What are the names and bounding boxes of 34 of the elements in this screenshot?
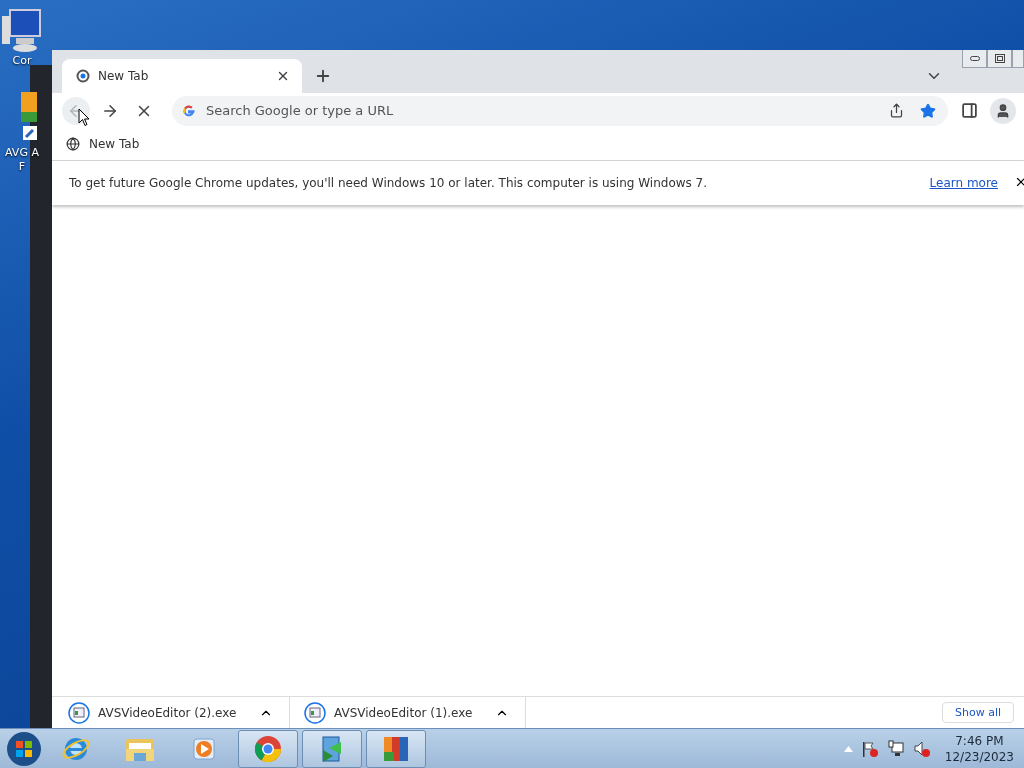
- desktop-icon-label: F: [18, 160, 26, 174]
- desktop-icon-label: AVG A: [5, 146, 39, 160]
- browser-tab[interactable]: New Tab: [62, 59, 302, 93]
- globe-icon: [66, 137, 80, 151]
- infobar-message: To get future Google Chrome updates, you'll need Windows 10 or later. This computer is using Windows 7.: [69, 176, 709, 190]
- download-name: AVSVideoEditor (2).exe: [98, 705, 238, 720]
- flag-icon[interactable]: [860, 739, 879, 758]
- network-icon[interactable]: [886, 739, 905, 758]
- loading-icon: [76, 69, 90, 83]
- google-g-icon: [182, 103, 196, 118]
- desktop-icon-label: Cor: [12, 54, 32, 68]
- start-orb-icon[interactable]: [6, 730, 42, 767]
- learn-more-link[interactable]: Learn more: [929, 176, 998, 190]
- minimize-icon[interactable]: [962, 50, 987, 68]
- clock-time[interactable]: 7:46 PM: [955, 732, 1004, 749]
- speaker-icon[interactable]: [912, 739, 931, 758]
- chrome-icon: [253, 733, 283, 764]
- tab-title: New Tab: [98, 69, 150, 83]
- play-icon: [191, 735, 217, 762]
- search-field[interactable]: Search Google or type a URL: [204, 102, 876, 119]
- bookmark-link[interactable]: New Tab: [66, 137, 140, 151]
- file-icon: [68, 701, 90, 724]
- file-icon: [304, 701, 326, 724]
- clock-date[interactable]: 12/23/2023: [944, 748, 1014, 765]
- download-name: AVSVideoEditor (1).exe: [334, 705, 474, 720]
- address-bar[interactable]: Search Google or type a URL: [172, 95, 948, 126]
- show-all-button[interactable]: Show all: [941, 702, 1014, 723]
- maximize-icon[interactable]: [987, 50, 1012, 68]
- mouse-cursor-icon: [78, 108, 90, 127]
- taskbar-app[interactable]: [302, 729, 362, 768]
- profile-icon[interactable]: [990, 97, 1016, 124]
- computer-icon[interactable]: [0, 8, 44, 54]
- taskbar-app[interactable]: [238, 729, 298, 768]
- taskbar-app[interactable]: [366, 729, 426, 768]
